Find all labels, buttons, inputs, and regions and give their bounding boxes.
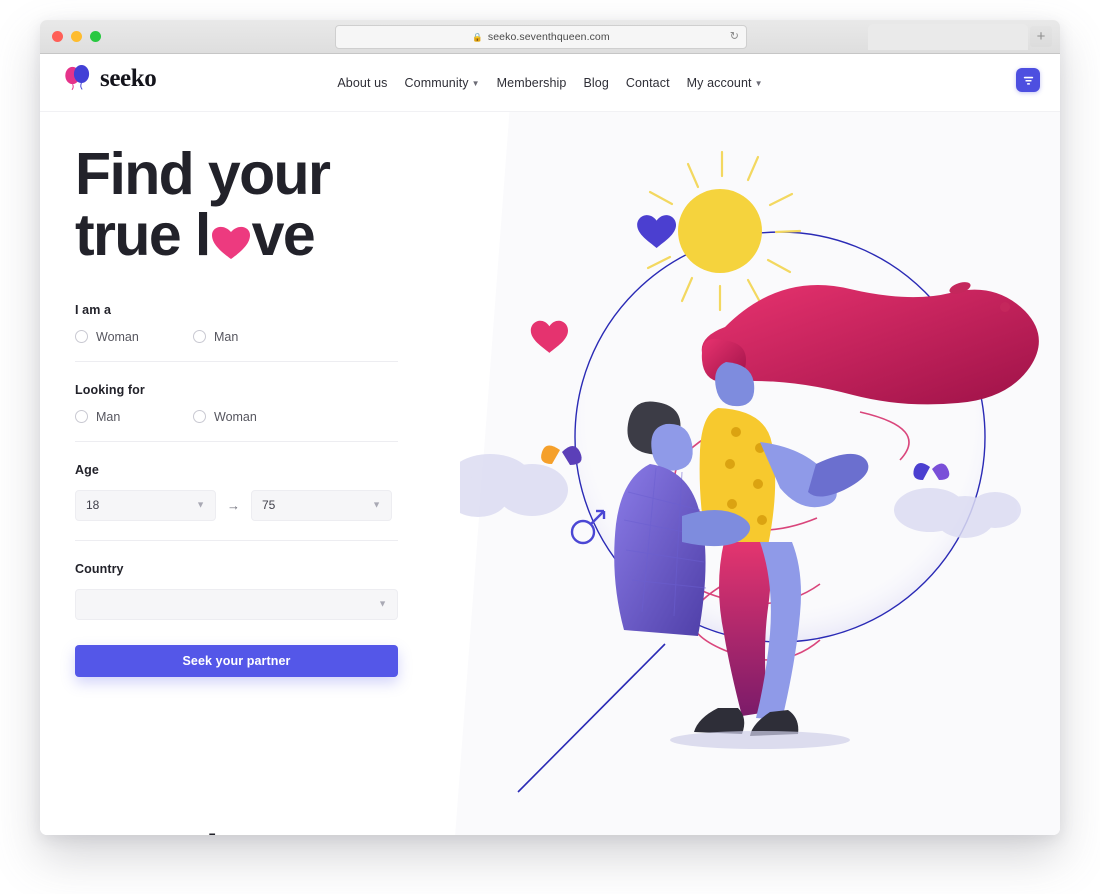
field-looking-for: Looking for Man Woman (75, 362, 398, 442)
radio-group-i-am-a: Woman Man (75, 330, 398, 362)
field-label-i-am-a: I am a (75, 302, 112, 317)
chevron-down-icon: ▼ (754, 79, 763, 88)
chevron-down-icon: ▼ (196, 499, 205, 510)
tab-strip[interactable] (868, 24, 1028, 50)
site-header: seeko About us Community ▼ Membership Bl… (40, 54, 1060, 112)
field-label-looking-for: Looking for (75, 382, 145, 397)
radio-label: Man (214, 329, 239, 344)
filter-icon (1023, 76, 1033, 85)
nav-item-community[interactable]: Community ▼ (405, 76, 480, 90)
heart-icon (211, 210, 251, 260)
radio-label: Man (96, 409, 121, 424)
field-i-am-a: I am a Woman Man (75, 303, 398, 362)
page-title: Find your true l ve (75, 112, 465, 267)
browser-chrome: 🔒 seeko.seventhqueen.com ↻ + (40, 20, 1060, 54)
radio-i-am-a-man[interactable]: Man (193, 330, 238, 344)
main-navigation: About us Community ▼ Membership Blog Con… (40, 54, 1060, 111)
age-range-row: 18 ▼ → 75 ▼ (75, 489, 398, 521)
nav-label: My account (686, 75, 752, 90)
nav-item-membership[interactable]: Membership (497, 76, 567, 90)
chevron-down-icon: ▼ (372, 499, 381, 510)
age-max-value: 75 (262, 498, 276, 513)
lock-icon: 🔒 (472, 31, 483, 42)
search-partner-form: I am a Woman Man Looking for Man Woman A… (75, 303, 398, 677)
nav-label: Contact (625, 75, 670, 90)
radio-looking-for-woman[interactable]: Woman (193, 410, 257, 424)
headline-line-1: Find your (75, 141, 331, 207)
reload-icon[interactable]: ↻ (730, 31, 739, 43)
nav-item-contact[interactable]: Contact (626, 76, 670, 90)
country-select[interactable]: ▼ (75, 588, 398, 620)
age-max-select[interactable]: 75 ▼ (251, 489, 392, 521)
age-min-value: 18 (86, 498, 100, 513)
radio-group-looking-for: Man Woman (75, 410, 398, 442)
headline-text-after: ve (251, 202, 316, 269)
radio-circle-icon (75, 330, 88, 344)
address-bar-url: seeko.seventhqueen.com (487, 31, 610, 43)
field-country: Country ▼ (75, 541, 398, 620)
hero-content: Find your true l ve I am a Woman Man Loo… (75, 112, 465, 677)
headline-line-2: true l ve (75, 205, 465, 266)
radio-circle-icon (75, 410, 88, 424)
radio-label: Woman (214, 409, 257, 424)
nav-item-about-us[interactable]: About us (337, 76, 387, 90)
maximize-window-button[interactable] (90, 31, 101, 42)
radio-i-am-a-woman[interactable]: Woman (75, 330, 193, 344)
chevron-down-icon: ▼ (378, 598, 387, 609)
radio-circle-icon (193, 410, 206, 424)
filter-button[interactable] (1016, 68, 1040, 92)
seek-partner-button[interactable]: Seek your partner (75, 644, 398, 677)
nav-label: Membership (496, 75, 567, 90)
radio-looking-for-man[interactable]: Man (75, 410, 193, 424)
traffic-lights (52, 31, 101, 42)
nav-label: Community (404, 75, 469, 90)
chevron-down-icon: ▼ (471, 79, 480, 88)
headline-text-before: true l (75, 202, 211, 269)
close-window-button[interactable] (52, 31, 63, 42)
new-tab-button[interactable]: + (1030, 26, 1052, 47)
nav-label: About us (337, 75, 388, 90)
radio-circle-icon (193, 330, 206, 344)
couple-magnifying-glass-illustration (448, 112, 1060, 835)
field-label-country: Country (75, 561, 124, 576)
screenshot-root: 🔒 seeko.seventhqueen.com ↻ + seeko About… (0, 0, 1100, 894)
age-range-arrow-icon: → (227, 497, 240, 513)
age-min-select[interactable]: 18 ▼ (75, 489, 216, 521)
nav-item-my-account[interactable]: My account ▼ (687, 76, 763, 90)
field-label-age: Age (75, 462, 99, 477)
next-section-title: Seeko super (135, 826, 374, 835)
nav-item-blog[interactable]: Blog (583, 76, 608, 90)
radio-label: Woman (96, 329, 139, 344)
hero-section: Find your true l ve I am a Woman Man Loo… (40, 112, 1060, 835)
minimize-window-button[interactable] (71, 31, 82, 42)
nav-label: Blog (583, 75, 609, 90)
browser-window: 🔒 seeko.seventhqueen.com ↻ + seeko About… (40, 20, 1060, 835)
butterfly (541, 445, 582, 465)
page-viewport: seeko About us Community ▼ Membership Bl… (40, 54, 1060, 835)
field-age: Age 18 ▼ → 75 ▼ (75, 442, 398, 541)
heart-icon (530, 320, 568, 353)
address-bar[interactable]: 🔒 seeko.seventhqueen.com ↻ (335, 25, 747, 49)
